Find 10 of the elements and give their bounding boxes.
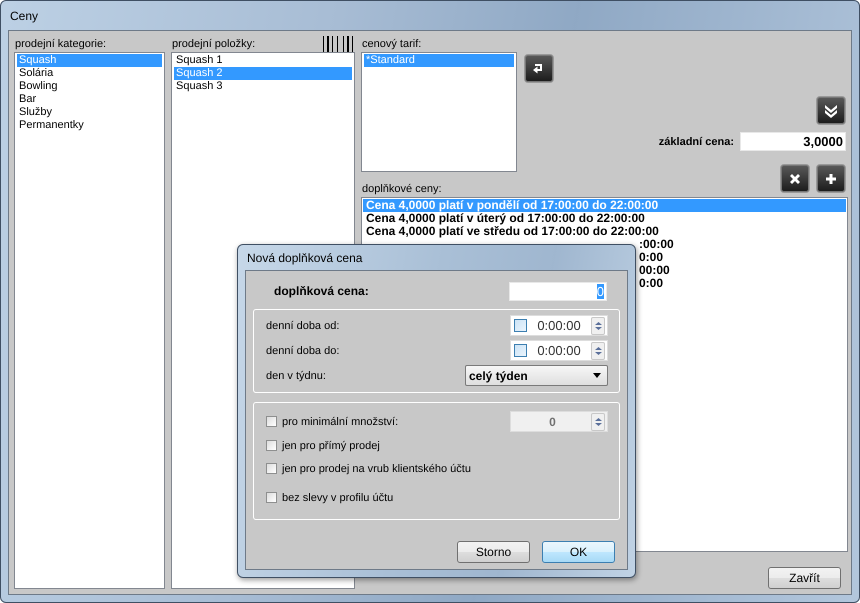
field-label: základní cena: xyxy=(658,136,734,148)
field-label: den v týdnu: xyxy=(266,370,326,382)
field-label: denní doba do: xyxy=(266,344,340,356)
field-label: denní doba od: xyxy=(266,320,340,332)
list-label: cenový tarif: xyxy=(362,38,422,50)
window-title: Ceny xyxy=(10,8,38,22)
list-label: doplňkové ceny: xyxy=(362,183,442,195)
dialog-title: Nová doplňková cena xyxy=(247,250,362,264)
list-label: prodejní kategorie: xyxy=(15,38,106,50)
list-label: prodejní položky: xyxy=(172,38,256,50)
